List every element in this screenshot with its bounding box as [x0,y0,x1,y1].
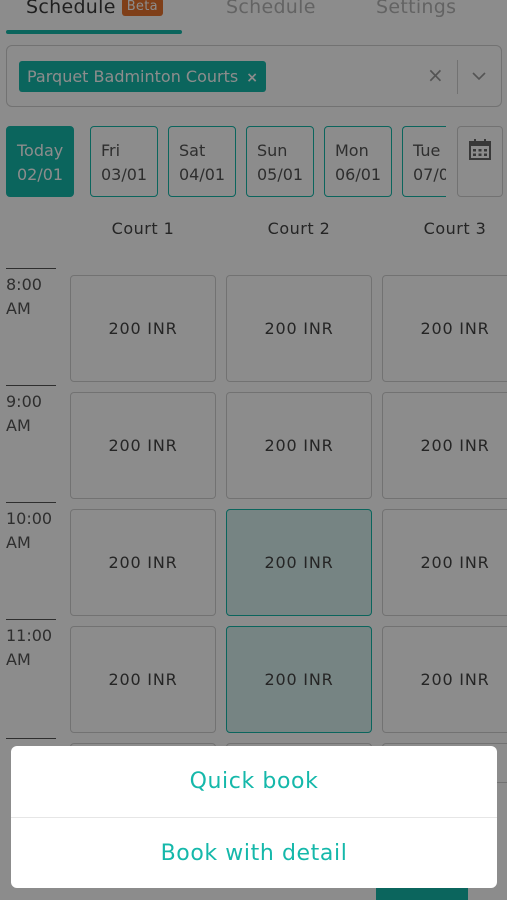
book-with-detail-option[interactable]: Book with detail [11,817,497,888]
booking-action-sheet: Quick book Book with detail [11,746,497,888]
quick-book-option[interactable]: Quick book [11,746,497,817]
booking-page: Schedule Beta Schedule Settings Parquet B… [0,0,507,900]
